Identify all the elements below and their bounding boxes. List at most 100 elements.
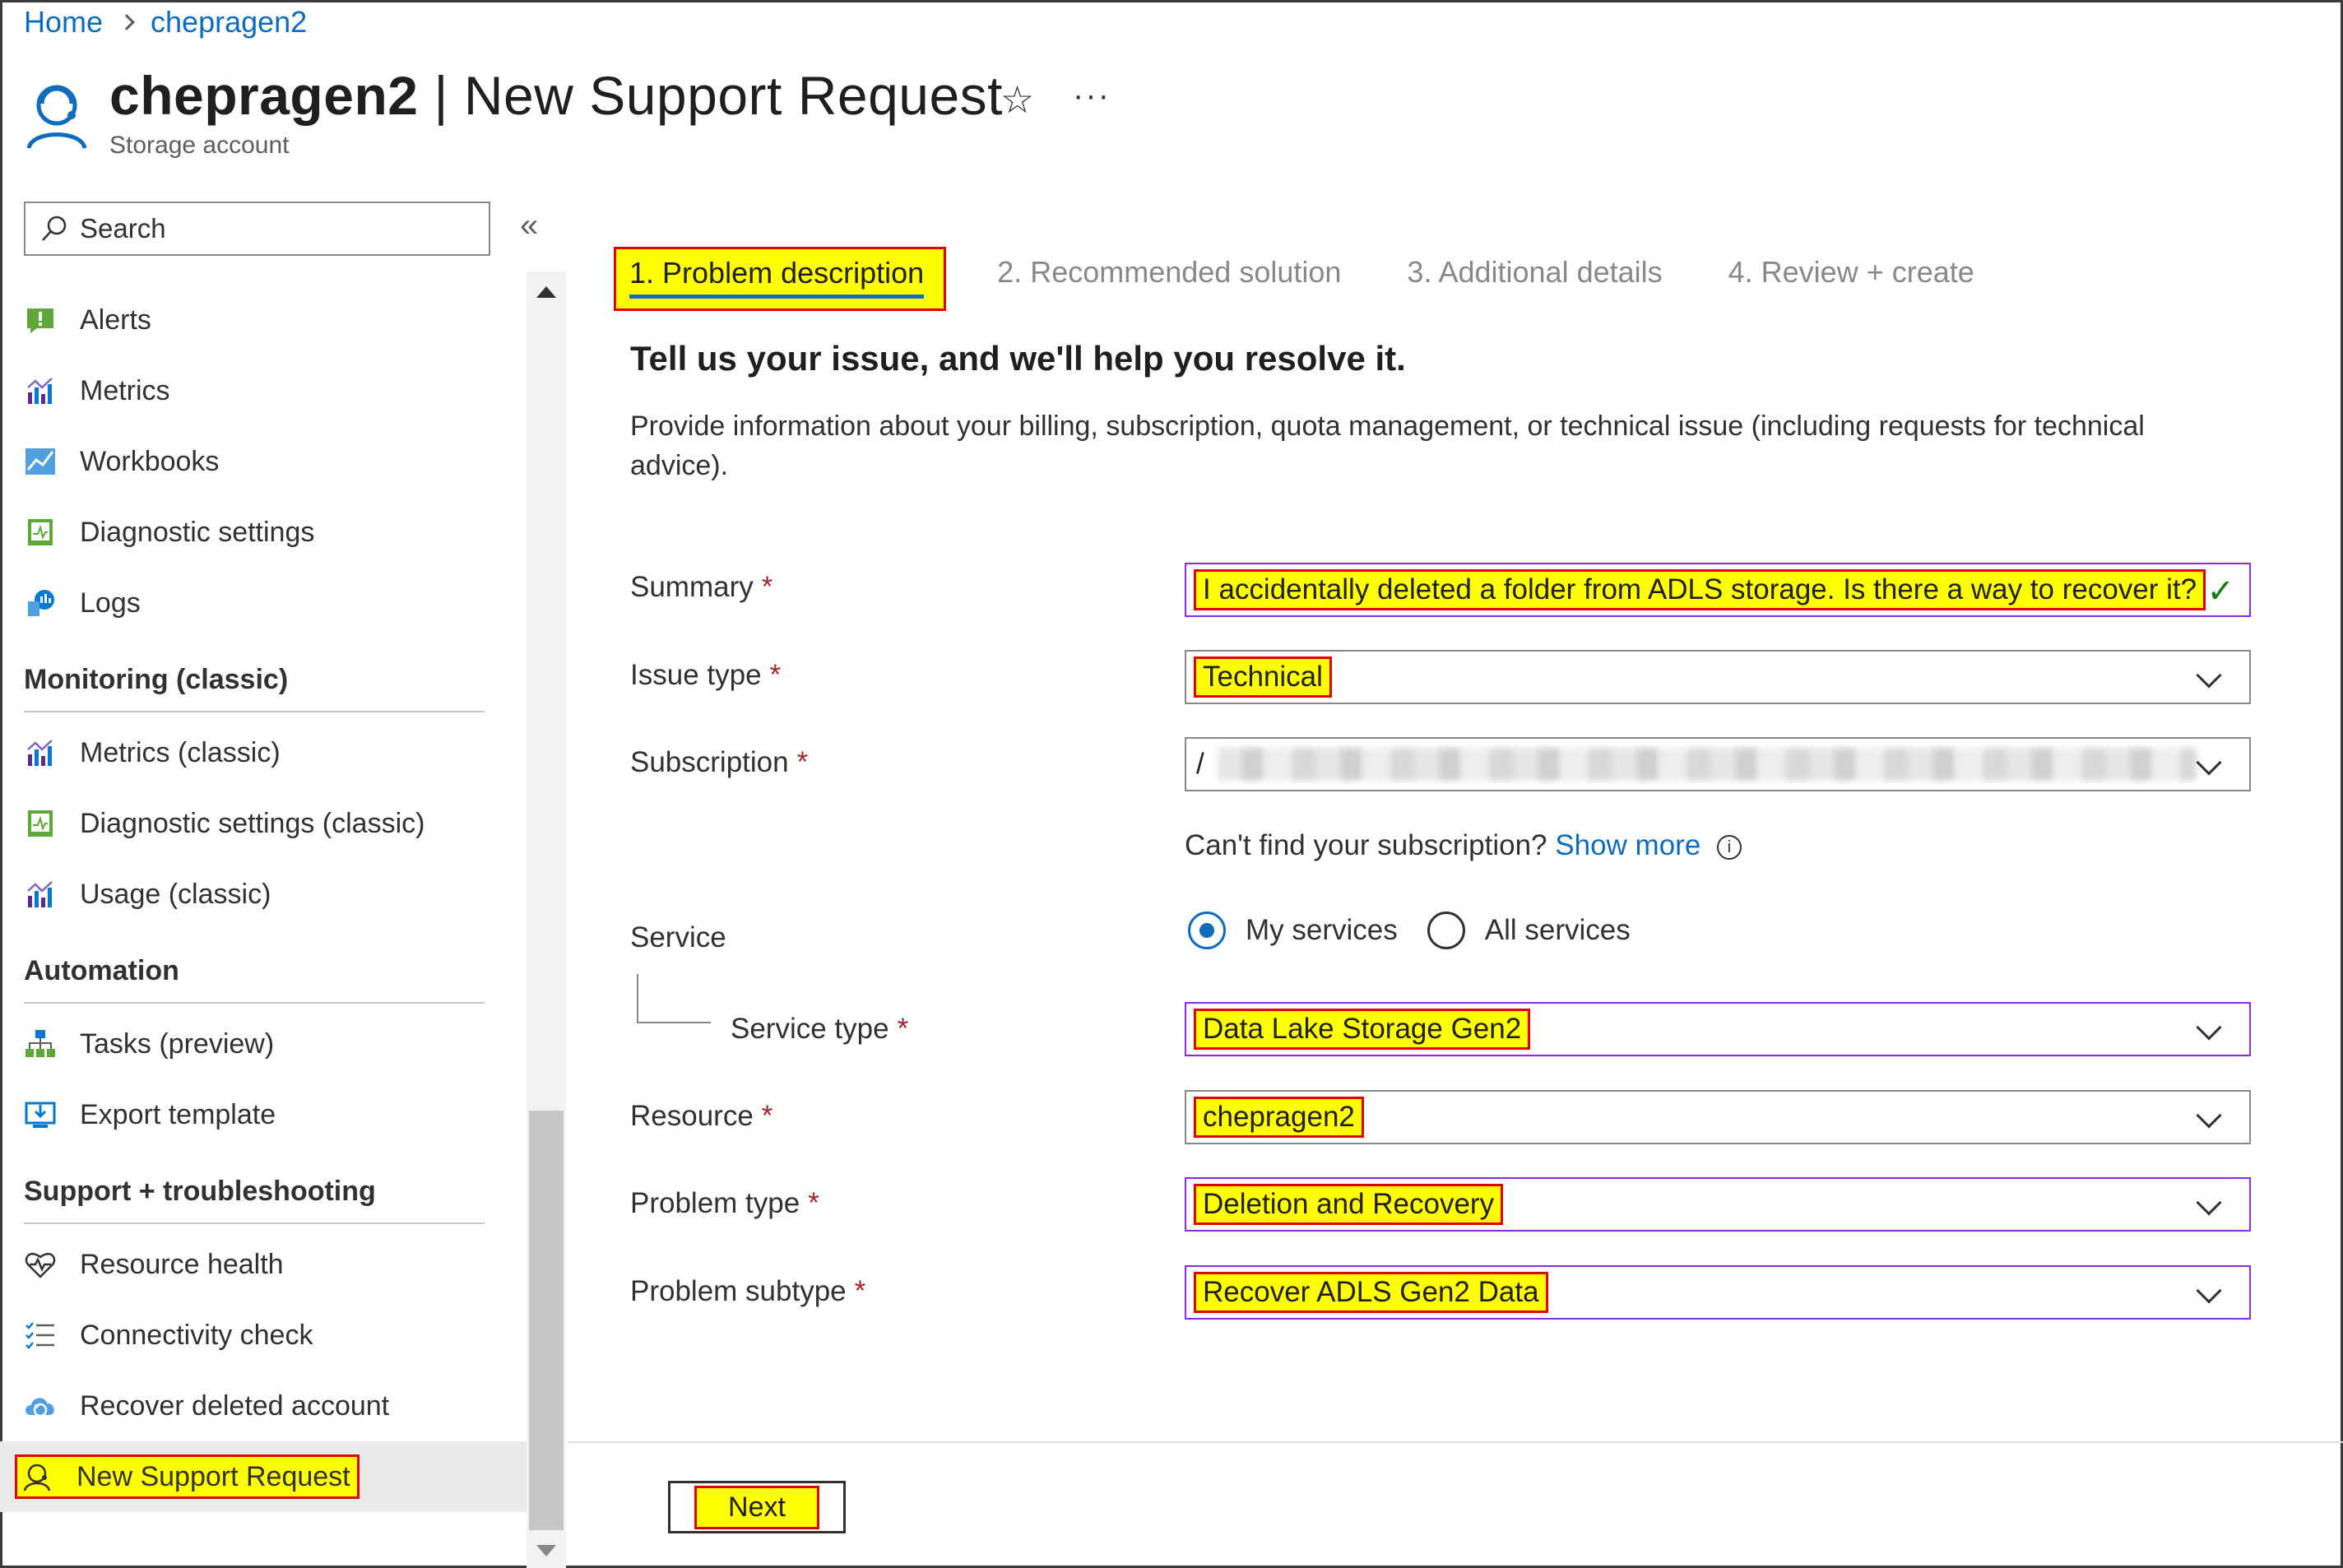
chevron-down-icon bbox=[2196, 1102, 2222, 1129]
sidebar-item-label: Alerts bbox=[80, 304, 151, 336]
sidebar-item-alerts[interactable]: Alerts bbox=[24, 285, 509, 355]
sidebar-item-label: Diagnostic settings bbox=[80, 516, 315, 548]
summary-label: Summary * bbox=[630, 571, 772, 604]
problem-type-dropdown[interactable]: Deletion and Recovery bbox=[1185, 1177, 2251, 1232]
breadcrumb-home-link[interactable]: Home bbox=[24, 5, 103, 39]
subscription-dropdown[interactable]: / bbox=[1185, 737, 2251, 791]
sidebar-item-metrics[interactable]: Metrics bbox=[24, 355, 509, 426]
sidebar-item-connectivity-check[interactable]: Connectivity check bbox=[24, 1300, 509, 1371]
problem-type-label-text: Problem type bbox=[630, 1187, 800, 1219]
sidebar-item-diagnostic-settings-classic[interactable]: Diagnostic settings (classic) bbox=[24, 788, 509, 859]
all-services-radio[interactable] bbox=[1427, 912, 1465, 949]
scroll-up-icon[interactable] bbox=[536, 286, 556, 298]
show-more-link[interactable]: Show more bbox=[1555, 829, 1700, 861]
sidebar-item-workbooks[interactable]: Workbooks bbox=[24, 426, 509, 497]
page-title-text: New Support Request bbox=[463, 65, 1004, 126]
all-services-label[interactable]: All services bbox=[1485, 914, 1631, 947]
my-services-label[interactable]: My services bbox=[1246, 914, 1398, 947]
sidebar-nav: Alerts Metrics Workbooks Diagnostic sett… bbox=[0, 285, 527, 1512]
sidebar-search[interactable] bbox=[24, 202, 490, 256]
sidebar-item-diagnostic-settings[interactable]: Diagnostic settings bbox=[24, 497, 509, 568]
service-type-dropdown[interactable]: Data Lake Storage Gen2 bbox=[1185, 1002, 2251, 1056]
cant-find-subscription: Can't find your subscription? Show more … bbox=[1185, 829, 1742, 862]
collapse-sidebar-button[interactable]: « bbox=[520, 207, 538, 244]
cloud-recover-icon bbox=[24, 1389, 57, 1422]
usage-icon bbox=[24, 878, 57, 911]
metrics-icon bbox=[24, 374, 57, 407]
section-monitoring-classic: Monitoring (classic) bbox=[24, 664, 289, 695]
chevron-right-icon bbox=[118, 14, 135, 30]
chevron-down-icon bbox=[2196, 1278, 2222, 1304]
sidebar-item-label: Export template bbox=[80, 1098, 276, 1130]
redacted-subscription bbox=[1217, 748, 2197, 781]
required-marker: * bbox=[761, 1100, 773, 1132]
required-marker: * bbox=[808, 1187, 819, 1219]
section-divider bbox=[24, 711, 485, 712]
more-options-button[interactable]: ··· bbox=[1073, 77, 1111, 114]
section-divider bbox=[24, 1222, 485, 1224]
required-marker: * bbox=[769, 659, 782, 691]
sidebar-item-label: Tasks (preview) bbox=[80, 1028, 275, 1060]
info-icon[interactable]: i bbox=[1717, 834, 1742, 860]
summary-label-text: Summary bbox=[630, 571, 754, 603]
problem-subtype-label: Problem subtype * bbox=[630, 1275, 865, 1308]
cant-find-text: Can't find your subscription? bbox=[1185, 829, 1547, 861]
tree-connector bbox=[637, 974, 711, 1023]
resource-dropdown[interactable]: chepragen2 bbox=[1185, 1090, 2251, 1144]
service-type-label-text: Service type bbox=[731, 1013, 889, 1045]
heart-icon bbox=[24, 1248, 57, 1281]
subscription-label-text: Subscription bbox=[630, 746, 789, 778]
service-type-label: Service type * bbox=[731, 1013, 908, 1046]
sidebar-item-export-template[interactable]: Export template bbox=[24, 1079, 509, 1150]
workbooks-icon bbox=[24, 445, 57, 478]
tab-recommended-solution[interactable]: 2. Recommended solution bbox=[982, 247, 1356, 311]
form-description: Provide information about your billing, … bbox=[630, 411, 2145, 481]
checklist-icon bbox=[24, 1319, 57, 1352]
issue-type-dropdown[interactable]: Technical bbox=[1185, 650, 2251, 704]
next-button[interactable]: Next bbox=[668, 1481, 846, 1533]
issue-type-label: Issue type * bbox=[630, 659, 781, 692]
sidebar-item-recover-deleted-account[interactable]: Recover deleted account bbox=[24, 1371, 509, 1441]
section-automation: Automation bbox=[24, 955, 179, 986]
alerts-icon bbox=[24, 304, 57, 336]
scroll-down-icon[interactable] bbox=[536, 1545, 556, 1556]
title-separator: | bbox=[434, 65, 448, 126]
footer-divider bbox=[568, 1441, 2343, 1443]
sidebar-item-logs[interactable]: Logs bbox=[24, 568, 509, 638]
problem-subtype-dropdown[interactable]: Recover ADLS Gen2 Data bbox=[1185, 1265, 2251, 1320]
scrollbar-thumb[interactable] bbox=[529, 1111, 564, 1530]
sidebar-item-label: Recover deleted account bbox=[80, 1389, 390, 1422]
summary-value: I accidentally deleted a folder from ADL… bbox=[1193, 569, 2206, 610]
sidebar-item-resource-health[interactable]: Resource health bbox=[24, 1229, 509, 1300]
sidebar-item-new-support-request[interactable]: New Support Request bbox=[0, 1441, 527, 1512]
summary-input[interactable]: I accidentally deleted a folder from ADL… bbox=[1185, 563, 2251, 617]
section-divider bbox=[24, 1002, 485, 1004]
sidebar-item-metrics-classic[interactable]: Metrics (classic) bbox=[24, 717, 509, 788]
tab-problem-description[interactable]: 1. Problem description bbox=[614, 247, 947, 311]
resource-type-subtitle: Storage account bbox=[109, 132, 290, 159]
sidebar-item-usage-classic[interactable]: Usage (classic) bbox=[24, 859, 509, 930]
search-input[interactable] bbox=[80, 213, 475, 244]
sidebar-item-label: Workbooks bbox=[80, 445, 220, 477]
tab-review-create[interactable]: 4. Review + create bbox=[1714, 247, 1989, 311]
resource-label-text: Resource bbox=[630, 1100, 754, 1132]
diagnostic-settings-icon bbox=[24, 516, 57, 549]
my-services-radio[interactable] bbox=[1188, 912, 1226, 949]
export-template-icon bbox=[24, 1098, 57, 1131]
chevron-down-icon bbox=[2196, 662, 2222, 689]
form-heading: Tell us your issue, and we'll help you r… bbox=[630, 339, 1406, 378]
chevron-down-icon bbox=[2196, 1014, 2222, 1041]
breadcrumb-resource-link[interactable]: chepragen2 bbox=[151, 5, 307, 39]
diagnostic-settings-icon bbox=[24, 807, 57, 840]
star-icon[interactable]: ☆ bbox=[1000, 77, 1034, 122]
problem-subtype-label-text: Problem subtype bbox=[630, 1275, 847, 1307]
support-person-icon bbox=[21, 1460, 53, 1493]
tab-additional-details[interactable]: 3. Additional details bbox=[1392, 247, 1677, 311]
problem-subtype-value: Recover ADLS Gen2 Data bbox=[1194, 1272, 1548, 1313]
sidebar-item-tasks[interactable]: Tasks (preview) bbox=[24, 1009, 509, 1079]
problem-type-label: Problem type * bbox=[630, 1187, 819, 1220]
subscription-value: / bbox=[1196, 748, 1204, 780]
metrics-icon bbox=[24, 736, 57, 769]
page-header: chepragen2 | New Support Request Storage… bbox=[24, 59, 1003, 169]
search-icon bbox=[42, 216, 67, 241]
